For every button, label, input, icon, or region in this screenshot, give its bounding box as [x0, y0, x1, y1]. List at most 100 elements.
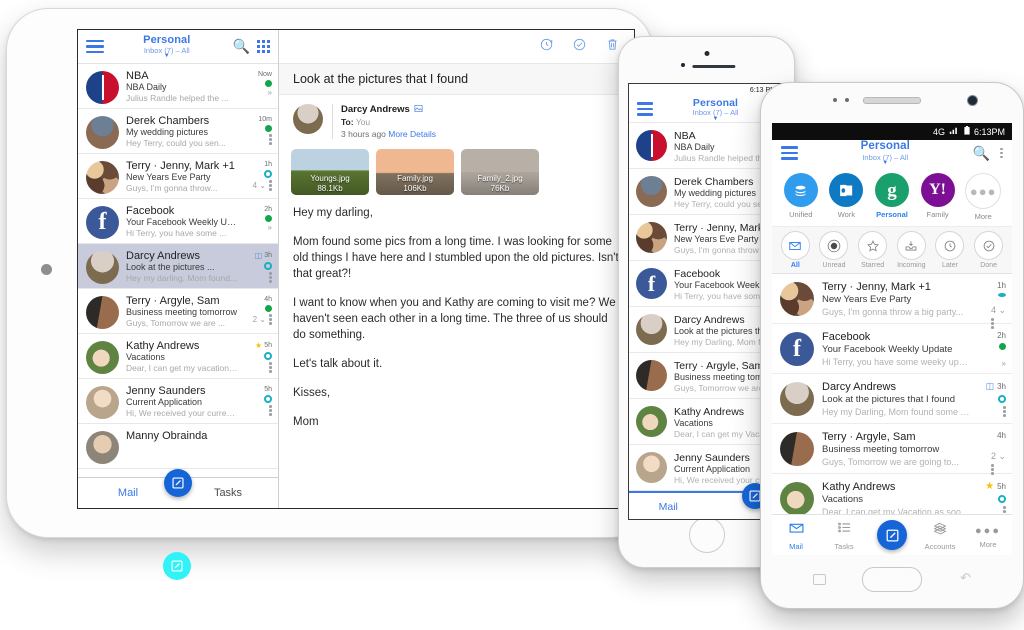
more-details-link[interactable]: More Details — [388, 129, 436, 139]
expand-icon[interactable]: » — [1002, 359, 1006, 368]
message-time-row: ★ 5h — [255, 341, 272, 350]
menu-icon[interactable] — [637, 102, 653, 116]
filter-label: All — [790, 262, 800, 269]
table-row[interactable]: Manny Obrainda — [78, 424, 278, 469]
row-menu-icon[interactable] — [269, 362, 272, 373]
avatar — [86, 341, 119, 374]
list-item[interactable]: Terry · Argyle, Sam Business meeting tomo… — [772, 424, 1012, 475]
tab-compose[interactable] — [868, 520, 916, 550]
read-indicator — [998, 495, 1006, 503]
message-subject: Current Application — [126, 397, 203, 407]
compose-icon[interactable] — [163, 552, 191, 580]
tablet-account-selector[interactable]: Personal Inbox (7) – All ▼ — [104, 34, 230, 60]
android-home-button[interactable] — [862, 567, 922, 592]
account-chip-label: More — [974, 212, 992, 221]
chevron-down-icon: ▼ — [163, 53, 170, 60]
account-chip-work[interactable]: Work — [826, 173, 866, 221]
android-account-selector[interactable]: Personal Inbox (7) – All ▼ — [798, 140, 973, 166]
android-message-rows[interactable]: Terry · Jenny, Mark +1 New Years Eve Part… — [772, 274, 1012, 555]
list-item[interactable]: Terry · Jenny, Mark +1 New Years Eve Part… — [772, 274, 1012, 329]
attachment-thumbnail[interactable]: Family_2.jpg 76Kb — [461, 149, 539, 195]
tablet-screen: Personal Inbox (7) – All ▼ 🔍 NBA NBA Dail… — [77, 29, 635, 509]
account-chip-family[interactable]: Y! Family — [918, 173, 958, 221]
account-chip-more[interactable]: ●●● More — [963, 173, 1003, 221]
search-icon[interactable]: 🔍 — [973, 145, 990, 162]
row-menu-icon[interactable] — [991, 318, 994, 329]
message-sender: Kathy Andrews — [822, 481, 896, 493]
tab-mail[interactable]: Mail — [772, 519, 820, 551]
table-row[interactable]: NBA NBA Daily Julius Randle helped the ...… — [78, 64, 278, 109]
menu-icon[interactable] — [86, 39, 104, 54]
search-icon[interactable]: 🔍 — [233, 38, 250, 55]
table-row[interactable]: Derek Chambers My wedding pictures Hey Ter… — [78, 109, 278, 154]
row-menu-icon[interactable] — [269, 180, 272, 191]
tab-more[interactable]: ●●● More — [964, 521, 1012, 549]
table-row[interactable]: Terry · Argyle, Sam Business meeting tomo… — [78, 289, 278, 334]
done-icon[interactable] — [572, 37, 587, 56]
delete-icon[interactable] — [605, 37, 620, 56]
table-row[interactable]: Jenny Saunders Current Application Hi, We … — [78, 379, 278, 424]
table-row[interactable]: Kathy Andrews Vacations Dear, I can get my… — [78, 334, 278, 379]
row-menu-icon[interactable] — [269, 134, 272, 145]
email-recipient: To: You — [341, 117, 436, 127]
list-item[interactable]: f FacebookYour Facebook Weekly Update Hi T… — [772, 324, 1012, 374]
row-menu-icon[interactable] — [991, 464, 994, 475]
filter-starred[interactable]: Starred — [855, 231, 891, 269]
thread-count[interactable]: 4 ⌄ — [253, 181, 266, 190]
tab-mail[interactable]: Mail — [629, 501, 708, 513]
android-device-frame: ↶ 4G 6:13PM Personal Inbox (7) – All ▼ 🔍… — [760, 82, 1024, 609]
row-menu-icon[interactable] — [269, 272, 272, 283]
android-filter-bar[interactable]: All Unread Starred Incoming Later Done — [772, 226, 1012, 274]
thread-count[interactable]: 2 ⌄ — [991, 451, 1006, 461]
tablet-device-frame: Personal Inbox (7) – All ▼ 🔍 NBA NBA Dail… — [6, 8, 653, 538]
iphone-home-button[interactable] — [688, 517, 725, 553]
filter-all[interactable]: All — [777, 231, 813, 269]
attachment-thumbnail[interactable]: Family.jpg 106Kb — [376, 149, 454, 195]
star-icon[interactable]: ★ — [985, 481, 994, 492]
filter-unread[interactable]: Unread — [816, 231, 852, 269]
message-time-row: 4h — [264, 296, 272, 303]
tab-accounts[interactable]: Accounts — [916, 520, 964, 551]
filter-label: Incoming — [897, 262, 926, 269]
attachment-thumbnails[interactable]: Youngs.jpg 88.1Kb Family.jpg 106Kb Family_2.… — [279, 145, 634, 203]
filter-incoming[interactable]: Incoming — [893, 231, 929, 269]
list-item[interactable]: Darcy AndrewsLook at the pictures that I… — [772, 374, 1012, 424]
table-row[interactable]: f Facebook Your Facebook Weekly Update Hi T… — [78, 199, 278, 244]
tablet-home-button[interactable] — [41, 264, 52, 275]
expand-icon[interactable]: » — [268, 89, 272, 97]
compose-icon[interactable] — [877, 520, 907, 550]
account-chip-unified[interactable]: Unified — [781, 173, 821, 221]
message-sender: Facebook — [126, 205, 175, 217]
tab-mail[interactable]: Mail — [78, 487, 178, 499]
attachment-thumbnail[interactable]: Youngs.jpg 88.1Kb — [291, 149, 369, 195]
star-icon[interactable]: ★ — [255, 341, 262, 350]
expand-icon[interactable]: » — [268, 224, 272, 232]
row-menu-icon[interactable] — [269, 405, 272, 416]
attachment-name: Youngs.jpg — [310, 173, 350, 183]
message-subject: My wedding pictures — [126, 127, 209, 137]
avatar — [780, 282, 814, 316]
tablet-message-rows[interactable]: NBA NBA Daily Julius Randle helped the ...… — [78, 30, 634, 477]
recents-button-icon[interactable] — [813, 574, 826, 585]
row-menu-icon[interactable] — [269, 314, 272, 325]
filter-later[interactable]: Later — [932, 231, 968, 269]
account-chip-personal[interactable]: g Personal — [872, 173, 912, 221]
row-menu-icon[interactable] — [1003, 406, 1006, 417]
snooze-icon[interactable] — [539, 37, 554, 56]
overflow-menu-icon[interactable] — [1000, 147, 1003, 159]
thread-count[interactable]: 4 ⌄ — [991, 305, 1006, 315]
android-account-switcher[interactable]: Unified Work g Personal Y! Family ●●● More — [772, 166, 1012, 226]
table-row[interactable]: Terry · Jenny, Mark +1 New Years Eve Part… — [78, 154, 278, 199]
avatar — [636, 452, 667, 483]
back-button-icon[interactable]: ↶ — [960, 570, 971, 586]
compose-icon[interactable] — [164, 469, 192, 497]
table-row[interactable]: Darcy Andrews Look at the pictures ... Hey… — [78, 244, 278, 289]
email-body: Hey my darling, Mom found some pics from … — [279, 203, 634, 445]
tab-tasks[interactable]: Tasks — [178, 487, 278, 499]
menu-icon[interactable] — [781, 146, 798, 160]
message-preview: Guys, I'm gonna throw... — [126, 183, 218, 193]
grid-apps-icon[interactable] — [257, 40, 270, 53]
tab-tasks[interactable]: Tasks — [820, 519, 868, 551]
filter-done[interactable]: Done — [971, 231, 1007, 269]
thread-count[interactable]: 2 ⌄ — [253, 315, 266, 324]
